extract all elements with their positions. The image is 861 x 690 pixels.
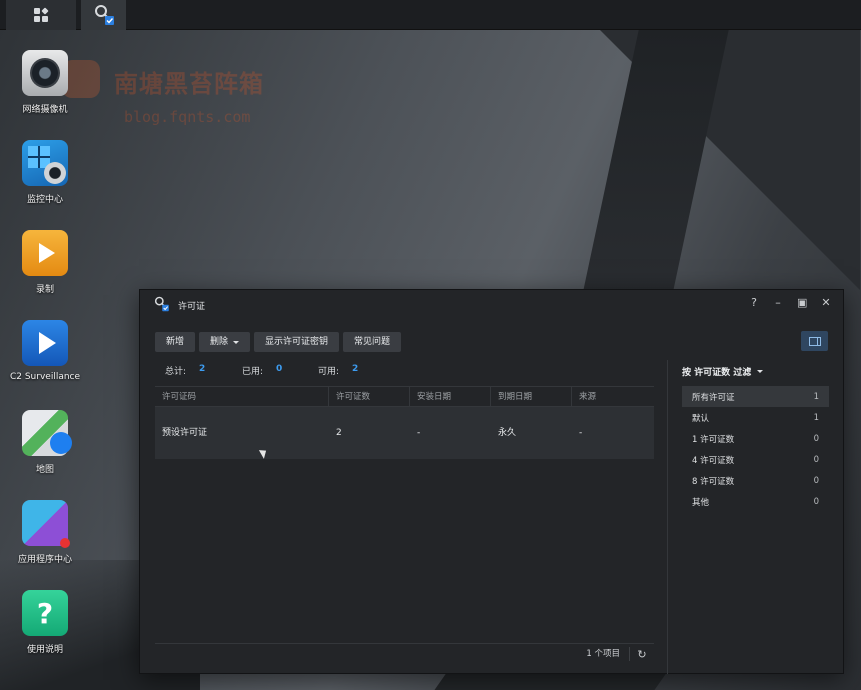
filter-item-label: 4 许可证数 bbox=[692, 455, 735, 466]
used-value: 0 bbox=[276, 364, 283, 374]
toggle-filter-panel-button[interactable] bbox=[801, 331, 828, 351]
column-header-expire-date[interactable]: 到期日期 bbox=[491, 387, 572, 406]
delete-button-label: 删除 bbox=[210, 337, 229, 347]
desktop-icon-recording[interactable]: 录制 bbox=[0, 230, 90, 295]
recording-icon bbox=[22, 230, 68, 276]
filter-item-count: 0 bbox=[813, 475, 819, 486]
window-titlebar[interactable]: 许可证 ? – ▣ ✕ bbox=[140, 290, 843, 318]
filter-item-count: 0 bbox=[813, 496, 819, 507]
help-button[interactable]: ? bbox=[749, 296, 759, 310]
desktop-icon-label: 使用说明 bbox=[26, 645, 63, 655]
desktop-icon-label: 监控中心 bbox=[26, 195, 63, 205]
faq-button-label: 常见问题 bbox=[354, 337, 391, 347]
cell-expire-date: 永久 bbox=[498, 428, 517, 438]
desktop-icon-map[interactable]: 地图 bbox=[0, 410, 90, 475]
filter-item-count: 1 bbox=[813, 412, 819, 423]
toolbar: 新增 删除 显示许可证密钥 常见问题 bbox=[155, 332, 402, 352]
window-title: 许可证 bbox=[178, 302, 206, 312]
monitor-center-icon bbox=[22, 140, 68, 186]
desktop-icon-label: 录制 bbox=[35, 285, 54, 295]
faq-button[interactable]: 常见问题 bbox=[343, 332, 402, 352]
cell-license-code: 预设许可证 bbox=[162, 428, 208, 438]
close-button[interactable]: ✕ bbox=[821, 296, 831, 310]
filter-item-label: 其他 bbox=[692, 497, 710, 508]
minimize-button[interactable]: – bbox=[773, 296, 783, 310]
license-stats: 总计: 2 已用: 0 可用: 2 bbox=[165, 364, 358, 377]
license-table: 许可证码 许可证数 安装日期 到期日期 来源 预设许可证 2 - 永久 - bbox=[155, 386, 654, 459]
maximize-button[interactable]: ▣ bbox=[797, 296, 807, 310]
c2-surveillance-icon bbox=[22, 320, 68, 366]
taskbar-license-app[interactable] bbox=[81, 0, 126, 30]
desktop-icon-c2-surveillance[interactable]: C2 Surveillance bbox=[0, 320, 90, 382]
table-row[interactable]: 预设许可证 2 - 永久 - bbox=[155, 407, 654, 459]
refresh-icon[interactable]: ↻ bbox=[630, 648, 654, 661]
desktop-icon-label: 网络摄像机 bbox=[22, 105, 68, 115]
filter-item-label: 所有许可证 bbox=[692, 392, 735, 403]
item-count: 1 个项目 bbox=[586, 647, 630, 661]
filter-dropdown[interactable]: 按 许可证数 过滤 bbox=[682, 365, 764, 378]
cell-source: - bbox=[579, 428, 583, 438]
ip-camera-icon bbox=[22, 50, 68, 96]
side-panel-icon bbox=[808, 336, 821, 346]
desktop-icon-help[interactable]: ? 使用说明 bbox=[0, 590, 90, 655]
main-menu-button[interactable] bbox=[6, 0, 76, 30]
column-header-source[interactable]: 来源 bbox=[572, 387, 654, 406]
available-label: 可用: bbox=[318, 367, 340, 377]
license-app-icon bbox=[154, 296, 169, 312]
filter-panel: 按 许可证数 过滤 所有许可证 1 默认 1 1 许可证数 0 4 许可证数 0 8 许… bbox=[667, 360, 843, 674]
caret-down-icon bbox=[233, 340, 240, 344]
map-icon bbox=[22, 410, 72, 456]
filter-item-other[interactable]: 其他 0 bbox=[682, 491, 829, 512]
add-button[interactable]: 新增 bbox=[155, 332, 196, 352]
filter-item-label: 1 许可证数 bbox=[692, 434, 735, 445]
total-label: 总计: bbox=[165, 367, 187, 377]
filter-heading: 按 许可证数 过滤 bbox=[682, 368, 752, 378]
filter-item-default[interactable]: 默认 1 bbox=[682, 407, 829, 428]
total-value: 2 bbox=[199, 364, 206, 374]
filter-item-label: 8 许可证数 bbox=[692, 476, 735, 487]
desktop-icon-label: 应用程序中心 bbox=[17, 555, 72, 565]
column-header-license-code[interactable]: 许可证码 bbox=[155, 387, 329, 406]
filter-item-8-license[interactable]: 8 许可证数 0 bbox=[682, 470, 829, 491]
help-icon: ? bbox=[22, 590, 68, 636]
cell-install-date: - bbox=[417, 428, 421, 438]
desktop-icon-label: C2 Surveillance bbox=[9, 372, 81, 382]
license-app-icon bbox=[94, 5, 114, 25]
show-license-key-button[interactable]: 显示许可证密钥 bbox=[254, 332, 340, 352]
main-menu-grid-icon bbox=[34, 7, 49, 22]
table-footer: 1 个项目 ↻ bbox=[155, 643, 654, 664]
available-value: 2 bbox=[352, 364, 359, 374]
desktop-icon-label: 地图 bbox=[35, 465, 54, 475]
show-license-key-label: 显示许可证密钥 bbox=[265, 337, 329, 347]
license-window: 许可证 ? – ▣ ✕ 新增 删除 显示许可证密钥 常见问题 总计: 2 已用: 0… bbox=[139, 289, 844, 674]
column-header-license-count[interactable]: 许可证数 bbox=[329, 387, 410, 406]
delete-dropdown-button[interactable]: 删除 bbox=[199, 332, 251, 352]
filter-list: 所有许可证 1 默认 1 1 许可证数 0 4 许可证数 0 8 许可证数 0 其他 0 bbox=[682, 386, 829, 512]
taskbar bbox=[0, 0, 861, 30]
desktop-icon-monitor-center[interactable]: 监控中心 bbox=[0, 140, 90, 205]
caret-down-icon bbox=[757, 370, 764, 373]
add-button-label: 新增 bbox=[166, 337, 185, 347]
filter-item-all[interactable]: 所有许可证 1 bbox=[682, 386, 829, 407]
filter-item-count: 0 bbox=[813, 433, 819, 444]
filter-item-4-license[interactable]: 4 许可证数 0 bbox=[682, 449, 829, 470]
desktop-icon-package-center[interactable]: 应用程序中心 bbox=[0, 500, 90, 565]
column-header-install-date[interactable]: 安装日期 bbox=[410, 387, 491, 406]
filter-item-count: 1 bbox=[813, 391, 819, 402]
filter-item-1-license[interactable]: 1 许可证数 0 bbox=[682, 428, 829, 449]
filter-item-count: 0 bbox=[813, 454, 819, 465]
table-header: 许可证码 许可证数 安装日期 到期日期 来源 bbox=[155, 386, 654, 407]
cell-license-count: 2 bbox=[336, 428, 342, 438]
filter-item-label: 默认 bbox=[692, 413, 710, 424]
package-center-icon bbox=[22, 500, 70, 548]
desktop-icon-ip-camera[interactable]: 网络摄像机 bbox=[0, 50, 90, 115]
used-label: 已用: bbox=[242, 367, 264, 377]
